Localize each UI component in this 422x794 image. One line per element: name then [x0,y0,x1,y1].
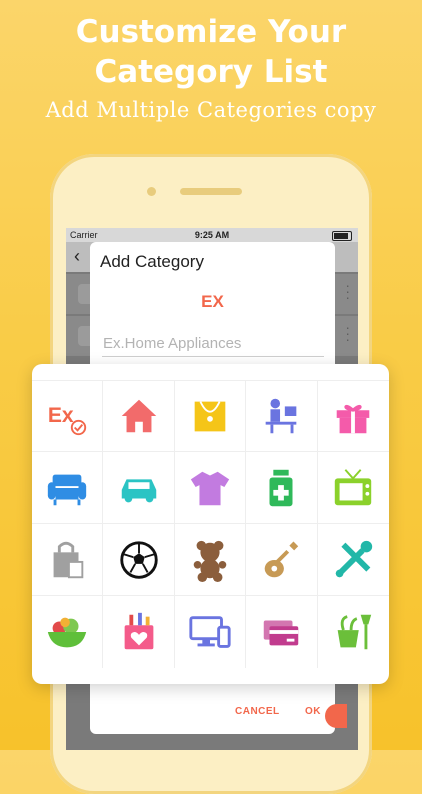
icon-option-credit-cards[interactable] [246,596,318,668]
status-bar: Carrier 9:25 AM [66,228,358,242]
icon-option-shopping-bag[interactable] [32,524,104,596]
fruit-bowl-icon [48,617,87,648]
medicine-bottle-icon [269,469,293,506]
jewelry-necklace-icon [194,400,226,431]
icon-option-home[interactable] [103,380,175,452]
home-icon [121,399,156,432]
tools-icon [335,540,373,577]
icon-option-love-gift-box[interactable] [103,596,175,668]
shopping-bag-icon [53,541,84,578]
icon-option-work-desk[interactable] [246,380,318,452]
soccer-ball-icon [119,540,158,579]
icon-option-gift[interactable] [317,380,389,452]
icon-option-soccer-ball[interactable] [103,524,175,596]
phone-speaker [180,188,242,195]
icon-option-ex-selected[interactable]: Ex [32,380,104,452]
more-vertical-icon[interactable]: · · · [345,278,350,304]
icon-option-teddy-bear[interactable] [174,524,247,596]
svg-text:Ex: Ex [48,403,74,426]
love-gift-box-icon [124,612,153,650]
icon-option-computer-devices[interactable] [175,596,247,668]
icon-option-armchair[interactable] [32,452,104,524]
gardening-icon [337,614,372,650]
category-name-input[interactable] [102,330,324,357]
more-vertical-icon[interactable]: · · · [345,320,350,346]
icon-grid: Ex [32,380,389,668]
status-time: 9:25 AM [194,230,230,240]
icon-option-guitar[interactable] [246,524,318,596]
category-preview-badge: EX [201,292,224,311]
battery-icon [332,231,352,241]
car-icon [121,478,156,502]
credit-cards-icon [264,620,299,646]
promo-subline: Add Multiple Categories copy [45,98,377,122]
ex-selected-icon: Ex [48,403,87,435]
icon-option-tools[interactable] [317,524,389,596]
icon-option-car[interactable] [103,452,175,524]
back-chevron-icon[interactable]: ‹ [74,246,80,267]
promo-headline-line1: Customize Your [75,14,347,50]
add-fab-button[interactable] [325,704,347,728]
teddy-bear-icon [193,540,227,582]
guitar-icon [265,541,299,577]
computer-devices-icon [189,616,231,648]
icon-option-fruit-bowl[interactable] [32,596,104,668]
cancel-button[interactable]: CANCEL [235,706,280,717]
tshirt-icon [190,471,230,505]
work-desk-icon [266,398,297,433]
icon-option-tshirt[interactable] [174,452,247,524]
promo-headline-line2: Category List [94,54,328,90]
tv-icon [335,468,372,505]
icon-picker-panel: Ex [32,364,389,684]
ok-button[interactable]: OK [305,706,321,717]
phone-camera [147,187,156,196]
icon-option-medicine-bottle[interactable] [246,452,318,524]
icon-option-jewelry-necklace[interactable] [174,380,247,452]
icon-option-gardening[interactable] [318,596,389,668]
icon-option-tv[interactable] [317,452,389,524]
gift-icon [337,404,370,433]
dialog-title: Add Category [100,252,204,271]
armchair-icon [48,474,87,505]
